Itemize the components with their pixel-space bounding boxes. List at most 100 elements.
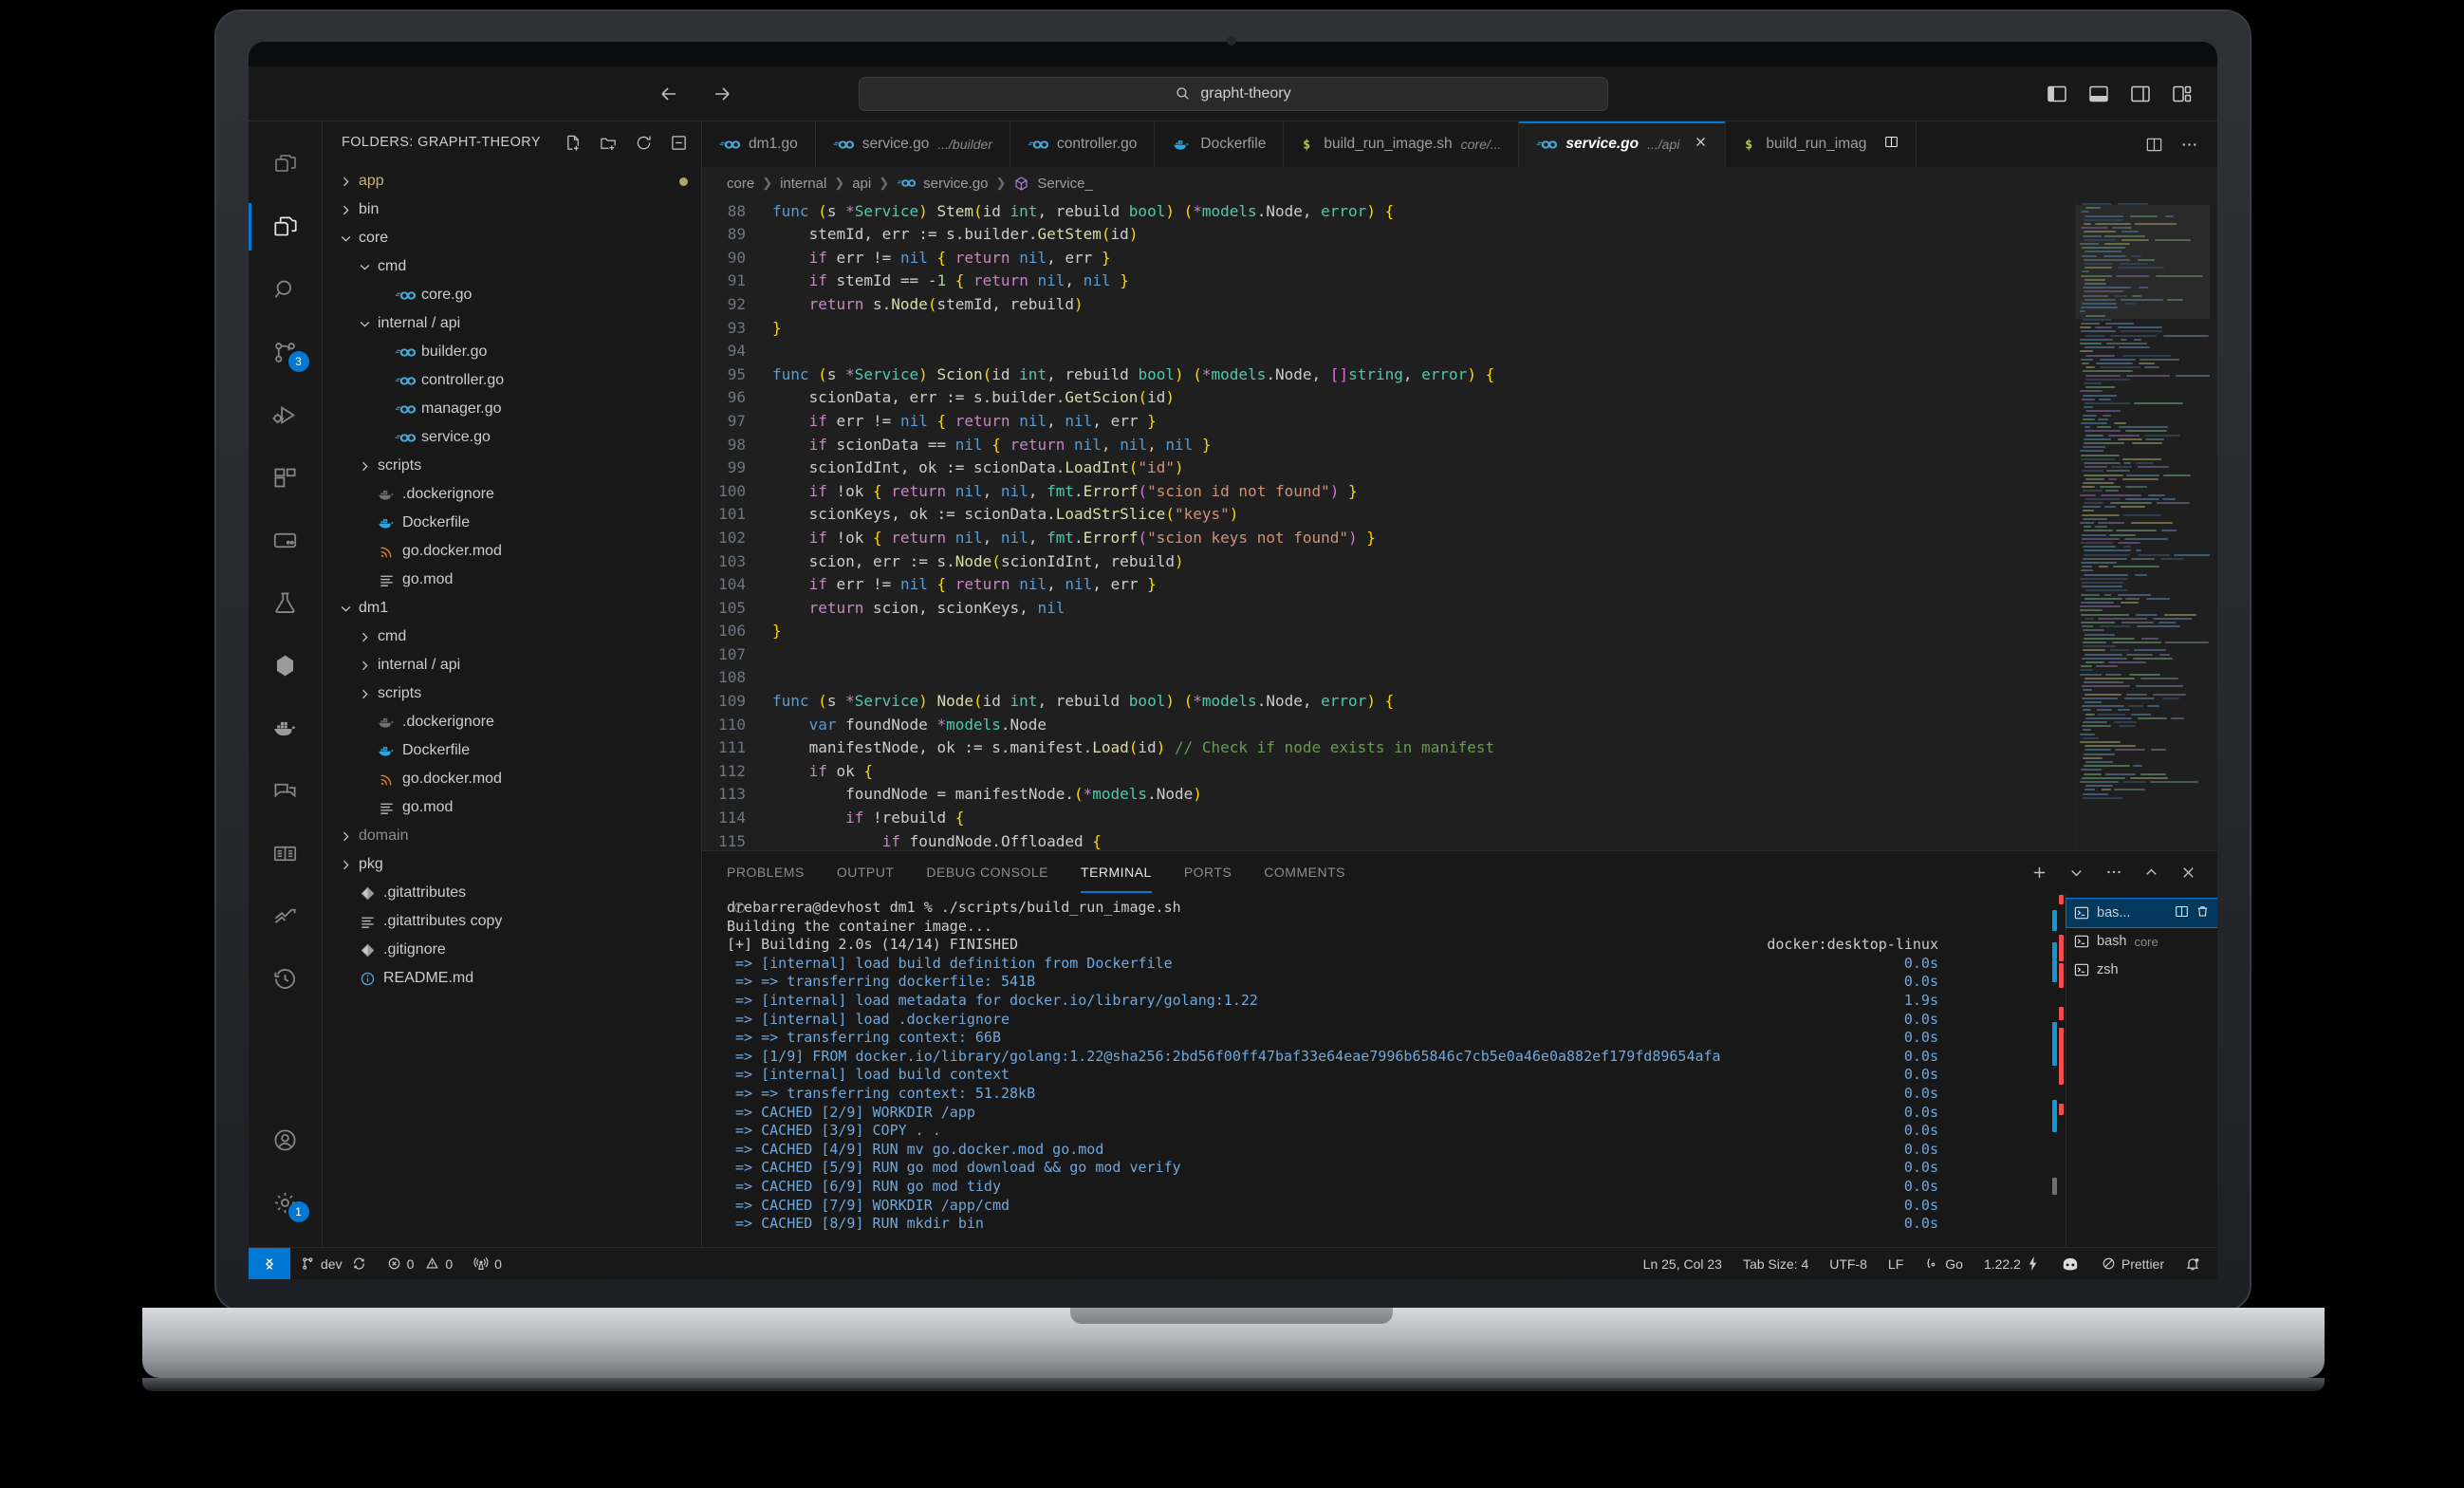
editor-tab[interactable]: Dockerfile xyxy=(1155,121,1285,167)
chevron-down-icon[interactable] xyxy=(355,317,374,331)
file-tree-item[interactable]: scripts xyxy=(323,452,701,480)
terminal-output[interactable]: drebarrera@devhost dm1 % ./scripts/build… xyxy=(702,893,2050,1247)
file-tree-item[interactable]: .dockerignore xyxy=(323,480,701,509)
maximize-panel-icon[interactable] xyxy=(2143,865,2159,881)
new-folder-icon[interactable] xyxy=(600,134,618,152)
git-branch-status[interactable]: dev xyxy=(290,1248,377,1280)
chevron-right-icon[interactable] xyxy=(355,687,374,701)
chevron-right-icon[interactable] xyxy=(336,858,355,872)
cursor-position[interactable]: Ln 25, Col 23 xyxy=(1633,1248,1732,1280)
file-tree-item[interactable]: internal / api xyxy=(323,309,701,338)
sidebar-item-source-control[interactable]: 3 xyxy=(249,321,323,383)
file-tree-item[interactable]: pkg xyxy=(323,850,701,879)
panel-tab-comments[interactable]: COMMENTS xyxy=(1264,851,1345,893)
file-tree-item[interactable]: bin xyxy=(323,195,701,224)
breadcrumb-item-2[interactable]: api xyxy=(852,176,871,192)
terminal-tab[interactable]: zsh xyxy=(2066,956,2217,984)
sidebar-item-search[interactable] xyxy=(249,258,323,321)
encoding[interactable]: UTF-8 xyxy=(1819,1248,1878,1280)
toggle-primary-sidebar-icon[interactable] xyxy=(2047,84,2067,103)
notifications-bell-icon[interactable] xyxy=(2175,1248,2217,1280)
kill-terminal-icon[interactable] xyxy=(2195,904,2210,922)
breadcrumb-item-3[interactable]: service.go xyxy=(923,176,988,192)
chevron-right-icon[interactable] xyxy=(336,203,355,217)
chevron-right-icon[interactable] xyxy=(355,630,374,644)
file-tree-item[interactable]: builder.go xyxy=(323,338,701,366)
file-tree-item[interactable]: .gitattributes xyxy=(323,879,701,907)
editor-tab[interactable]: controller.go xyxy=(1010,121,1156,167)
code-scroll-region[interactable]: 87 88func (s *Service) Stem(id int, rebu… xyxy=(702,199,2075,850)
file-tree-item[interactable]: go.docker.mod xyxy=(323,537,701,566)
remote-window-indicator[interactable] xyxy=(249,1247,290,1279)
formatter-status[interactable]: Prettier xyxy=(2091,1248,2175,1280)
panel-tab-output[interactable]: OUTPUT xyxy=(837,851,895,893)
file-tree-item[interactable]: README.md xyxy=(323,964,701,993)
panel-tab-terminal[interactable]: TERMINAL xyxy=(1081,851,1152,893)
file-tree-item[interactable]: internal / api xyxy=(323,651,701,679)
file-tree-item[interactable]: go.docker.mod xyxy=(323,765,701,793)
toggle-panel-icon[interactable] xyxy=(2088,84,2109,103)
problems-status[interactable]: 0 0 xyxy=(377,1248,464,1280)
editor-tab[interactable]: dm1.go xyxy=(702,121,816,167)
editor-tab[interactable]: service.go .../api xyxy=(1519,121,1727,167)
panel-tab-debug-console[interactable]: DEBUG CONSOLE xyxy=(926,851,1048,893)
forward-icon[interactable] xyxy=(710,82,734,106)
sidebar-item-bookmarks[interactable] xyxy=(249,884,323,947)
file-tree-item[interactable]: dm1 xyxy=(323,594,701,623)
sidebar-item-database[interactable] xyxy=(249,634,323,697)
sidebar-item-extensions[interactable] xyxy=(249,446,323,509)
file-tree-item[interactable]: go.mod xyxy=(323,793,701,822)
panel-tab-ports[interactable]: PORTS xyxy=(1184,851,1232,893)
eol[interactable]: LF xyxy=(1878,1248,1914,1280)
file-tree-item[interactable]: controller.go xyxy=(323,366,701,395)
ports-status[interactable]: 0 xyxy=(463,1248,512,1280)
accounts-icon[interactable] xyxy=(249,1108,323,1171)
refresh-icon[interactable] xyxy=(635,134,653,152)
chevron-down-icon[interactable] xyxy=(336,602,355,616)
go-version[interactable]: 1.22.2 xyxy=(1973,1248,2049,1280)
sync-icon[interactable] xyxy=(352,1256,366,1271)
breadcrumb-item-1[interactable]: internal xyxy=(780,176,826,192)
sidebar-item-explorer[interactable] xyxy=(249,133,323,195)
sidebar-item-testing[interactable] xyxy=(249,571,323,634)
customize-layout-icon[interactable] xyxy=(2172,84,2193,103)
chevron-right-icon[interactable] xyxy=(336,175,355,189)
sidebar-item-source-files[interactable] xyxy=(249,195,323,258)
file-tree-item[interactable]: go.mod xyxy=(323,566,701,594)
sidebar-item-run-debug[interactable] xyxy=(249,383,323,446)
file-tree-item[interactable]: .gitattributes copy xyxy=(323,907,701,936)
code-text[interactable]: 87 88func (s *Service) Stem(id int, rebu… xyxy=(702,199,2075,850)
breadcrumb-item-0[interactable]: core xyxy=(727,176,754,192)
sidebar-item-docker[interactable] xyxy=(249,697,323,759)
split-editor-icon[interactable] xyxy=(2145,136,2163,154)
file-tree-item[interactable]: service.go xyxy=(323,423,701,452)
file-tree-item[interactable]: .gitignore xyxy=(323,936,701,964)
more-actions-icon[interactable] xyxy=(2105,864,2122,881)
minimap[interactable] xyxy=(2075,199,2217,850)
code-editor[interactable]: 87 88func (s *Service) Stem(id int, rebu… xyxy=(702,199,2217,850)
file-tree-item[interactable]: Dockerfile xyxy=(323,509,701,537)
quick-search-input[interactable]: grapht-theory xyxy=(858,76,1608,111)
file-tree-item[interactable]: core xyxy=(323,224,701,252)
sidebar-item-remote-explorer[interactable] xyxy=(249,509,323,571)
breadcrumb-item-4[interactable]: Service_ xyxy=(1037,176,1092,192)
collapse-all-icon[interactable] xyxy=(670,134,688,152)
file-tree-item[interactable]: domain xyxy=(323,822,701,850)
chevron-right-icon[interactable] xyxy=(355,459,374,474)
more-actions-icon[interactable] xyxy=(2180,136,2198,154)
chevron-right-icon[interactable] xyxy=(336,829,355,844)
language-mode[interactable]: Go xyxy=(1914,1248,1973,1280)
editor-tab[interactable]: $ build_run_image.sh core/... xyxy=(1284,121,1520,167)
editor-scrollbar[interactable] xyxy=(2210,199,2217,850)
close-panel-icon[interactable] xyxy=(2180,865,2196,881)
new-terminal-icon[interactable] xyxy=(2031,865,2047,881)
editor-tab[interactable]: service.go .../builder xyxy=(815,121,1010,167)
file-tree-item[interactable]: cmd xyxy=(323,252,701,281)
toggle-secondary-sidebar-icon[interactable] xyxy=(2130,84,2151,103)
editor-tab[interactable]: $ build_run_imag xyxy=(1726,121,1917,167)
close-icon[interactable] xyxy=(1694,135,1708,154)
settings-gear-icon[interactable]: 1 xyxy=(249,1171,323,1234)
file-tree-item[interactable]: core.go xyxy=(323,281,701,309)
copilot-icon[interactable] xyxy=(2049,1248,2091,1280)
file-tree-item[interactable]: Dockerfile xyxy=(323,736,701,765)
